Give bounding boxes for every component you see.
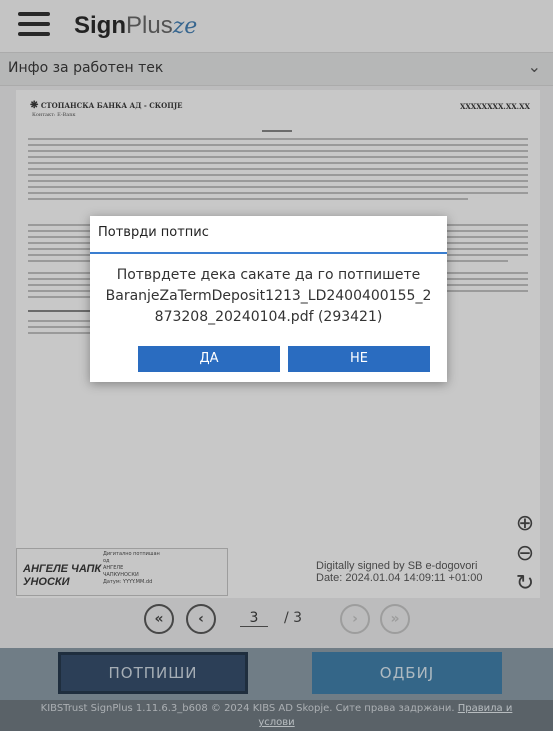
dialog-message: Потврдете дека сакате да го потпишете Ba… [105,267,432,325]
confirm-yes-button[interactable]: ДА [138,346,280,372]
dialog-title: Потврди потпис [98,225,209,240]
app-screen: SignPlusze Инфо за работен тек ⌄ ❋ СТОПА… [0,0,553,731]
confirm-no-button[interactable]: НЕ [288,346,430,372]
dialog-divider [90,252,447,254]
confirm-sign-dialog: Потврди потпис Потврдете дека сакате да … [90,216,447,382]
